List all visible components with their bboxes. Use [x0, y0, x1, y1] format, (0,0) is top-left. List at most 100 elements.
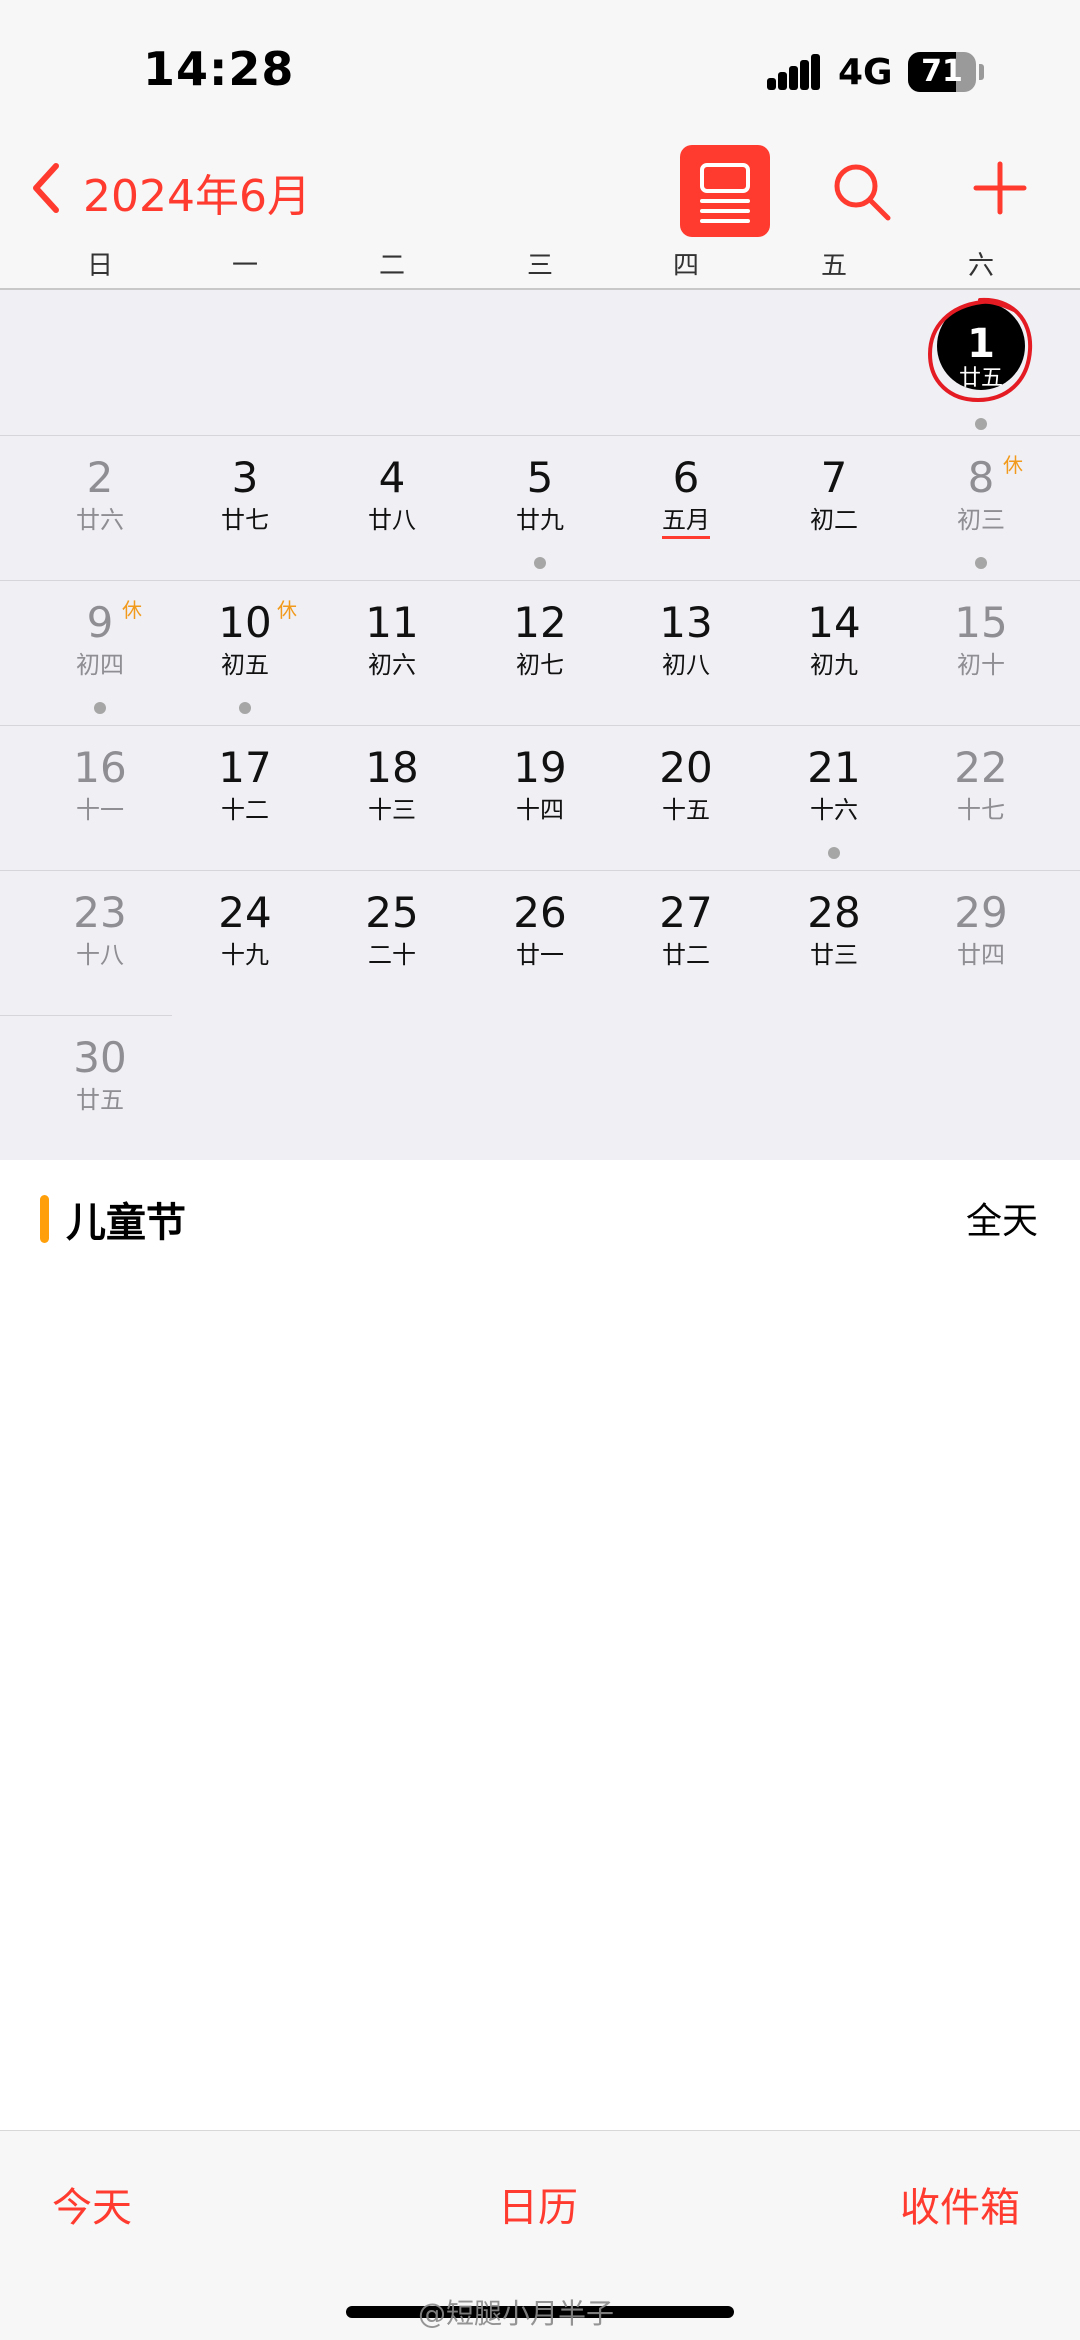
lunar-date: 廿五 — [76, 1086, 124, 1114]
lunar-date: 初八 — [662, 651, 710, 679]
holiday-badge: 休 — [1003, 453, 1023, 477]
annotation-circle — [927, 297, 1033, 403]
day-number: 29 — [954, 888, 1008, 937]
holiday-badge: 休 — [277, 598, 297, 622]
lunar-date: 廿六 — [76, 506, 124, 534]
day-number: 24 — [218, 888, 272, 937]
day-cell[interactable]: 26 廿一 — [466, 870, 614, 1015]
lunar-date: 初六 — [368, 651, 416, 679]
day-cell[interactable]: 10 初五休 — [171, 580, 319, 725]
list-view-icon — [700, 163, 750, 223]
day-number: 23 — [73, 888, 127, 937]
day-cell[interactable]: 20 十五 — [612, 725, 760, 870]
day-cell[interactable]: 9 初四 休 — [26, 580, 174, 725]
lunar-date: 初二 — [810, 506, 858, 534]
day-number: 19 — [513, 743, 567, 792]
lunar-date: 初十 — [957, 651, 1005, 679]
lunar-date: 初五 — [221, 651, 269, 679]
lunar-date: 十七 — [957, 796, 1005, 824]
day-cell[interactable]: 3 廿七 — [171, 435, 319, 580]
day-number: 21 — [807, 743, 861, 792]
day-cell[interactable]: 24 十九 — [171, 870, 319, 1015]
day-cell[interactable]: 16 十一 — [26, 725, 174, 870]
event-dot — [94, 702, 106, 714]
event-dot — [975, 418, 987, 430]
day-cell[interactable]: 27 廿二 — [612, 870, 760, 1015]
day-number: 2 — [86, 453, 114, 502]
day-cell[interactable]: 21 十六 — [760, 725, 908, 870]
calendars-button[interactable]: 日历 — [498, 2175, 578, 2233]
day-number: 8 — [967, 453, 995, 502]
battery-tip — [979, 64, 984, 80]
event-dot — [975, 557, 987, 569]
day-cell[interactable]: 22 十七 — [907, 725, 1055, 870]
day-cell[interactable]: 7 初二 — [760, 435, 908, 580]
day-cell[interactable]: 11 初六 — [318, 580, 466, 725]
add-icon[interactable] — [972, 160, 1028, 216]
day-cell[interactable]: 5 廿九 — [466, 435, 614, 580]
weekday-label: 日 — [86, 251, 113, 281]
day-number: 7 — [820, 453, 848, 502]
lunar-date: 五月 — [662, 506, 710, 534]
event-dot — [828, 847, 840, 859]
day-number: 30 — [73, 1033, 127, 1082]
weekday-label: 二 — [378, 251, 405, 281]
day-cell[interactable]: 14 初九 — [760, 580, 908, 725]
day-cell[interactable]: 15 初十 — [907, 580, 1055, 725]
day-number: 26 — [513, 888, 567, 937]
lunar-date: 十九 — [221, 941, 269, 969]
day-cell[interactable]: 12 初七 — [466, 580, 614, 725]
weekday-label: 四 — [672, 251, 699, 281]
day-number: 28 — [807, 888, 861, 937]
lunar-date: 初四 — [76, 651, 124, 679]
lunar-date: 十八 — [76, 941, 124, 969]
day-cell[interactable]: 19 十四 — [466, 725, 614, 870]
day-cell[interactable]: 17 十二 — [171, 725, 319, 870]
lunar-date: 廿四 — [957, 941, 1005, 969]
watermark: @短腿小月半子 — [418, 2297, 615, 2330]
list-view-button[interactable] — [680, 145, 770, 237]
weekday-label: 三 — [526, 251, 553, 281]
day-cell[interactable]: 4 廿八 — [318, 435, 466, 580]
lunar-date: 廿三 — [810, 941, 858, 969]
day-cell[interactable]: 13 初八 — [612, 580, 760, 725]
day-number: 18 — [365, 743, 419, 792]
search-icon[interactable] — [830, 160, 894, 224]
day-cell[interactable]: 30 廿五 — [26, 1015, 174, 1160]
today-button[interactable]: 今天 — [52, 2175, 132, 2233]
network-label: 4G — [838, 52, 893, 93]
event-title: 儿童节 — [66, 1200, 186, 1246]
lunar-date: 十六 — [810, 796, 858, 824]
event-row[interactable]: 儿童节 全天 — [0, 1160, 1080, 1280]
back-chevron-icon[interactable] — [28, 160, 64, 216]
weekday-header: 日 一 二 三 四 五 六 — [0, 245, 1080, 287]
inbox-button[interactable]: 收件箱 — [900, 2175, 1020, 2233]
calendar-screen: 14:28 4G 71 2024年6月 日 一 二 三 四 五 六 1 廿五 2… — [0, 0, 1080, 2340]
battery-icon: 71 — [908, 52, 976, 92]
month-grid: 1 廿五 2 廿六 3 廿七 4 廿八 5 廿九 6 五月 7 初二 8 初三休 9 初四休 10 初五休 11 初六 12… — [0, 290, 1080, 1160]
day-cell[interactable]: 28 廿三 — [760, 870, 908, 1015]
battery-level: 71 — [921, 54, 963, 89]
day-cell[interactable]: 8 初三 休 — [907, 435, 1055, 580]
event-color-bar — [40, 1195, 49, 1243]
day-cell[interactable]: 18 十三 — [318, 725, 466, 870]
day-number: 5 — [526, 453, 554, 502]
day-cell[interactable]: 2 廿六 — [26, 435, 174, 580]
lunar-date: 十五 — [662, 796, 710, 824]
lunar-date: 二十 — [368, 941, 416, 969]
holiday-badge: 休 — [122, 598, 142, 622]
event-time: 全天 — [965, 1201, 1038, 1242]
day-cell[interactable]: 23 十八 — [26, 870, 174, 1015]
lunar-date: 廿九 — [516, 506, 564, 534]
month-start-underline — [662, 536, 710, 539]
top-bar: 14:28 4G 71 2024年6月 日 一 二 三 四 五 六 — [0, 0, 1080, 288]
month-title[interactable]: 2024年6月 — [83, 160, 311, 224]
day-cell[interactable]: 29 廿四 — [907, 870, 1055, 1015]
weekday-label: 六 — [967, 251, 994, 281]
lunar-date: 廿七 — [221, 506, 269, 534]
day-number: 11 — [365, 598, 419, 647]
lunar-date: 初三 — [957, 506, 1005, 534]
day-number: 17 — [218, 743, 272, 792]
day-cell[interactable]: 25 二十 — [318, 870, 466, 1015]
day-cell[interactable]: 6 五月 — [612, 435, 760, 580]
